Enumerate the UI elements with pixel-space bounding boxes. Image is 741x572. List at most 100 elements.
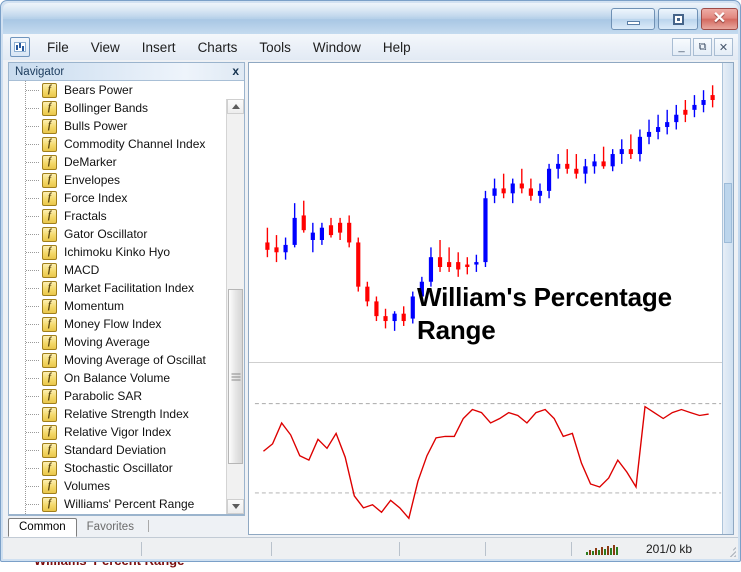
function-icon: f bbox=[42, 226, 57, 242]
traffic-label: 201/0 kb bbox=[646, 541, 693, 556]
tree-elbow bbox=[26, 108, 39, 109]
list-item[interactable]: f On Balance Volume bbox=[9, 369, 227, 387]
mdi-restore-button[interactable]: ⧉ bbox=[693, 38, 712, 56]
mdi-minimize-button[interactable]: _ bbox=[672, 38, 691, 56]
list-item[interactable]: f Moving Average of Oscillat bbox=[9, 351, 227, 369]
tree-elbow bbox=[26, 126, 39, 127]
metatrader-icon bbox=[10, 37, 30, 57]
list-item-label: Bulls Power bbox=[64, 119, 128, 133]
list-item[interactable]: f Bulls Power bbox=[9, 117, 227, 135]
list-item[interactable]: f Moving Average bbox=[9, 333, 227, 351]
tree-elbow bbox=[26, 162, 39, 163]
list-item[interactable]: f Momentum bbox=[9, 297, 227, 315]
menu-item-tools[interactable]: Tools bbox=[250, 37, 300, 58]
function-icon: f bbox=[42, 370, 57, 386]
list-item[interactable]: f Relative Strength Index bbox=[9, 405, 227, 423]
tree-elbow bbox=[26, 324, 39, 325]
list-item[interactable]: f Parabolic SAR bbox=[9, 387, 227, 405]
function-icon: f bbox=[42, 496, 57, 512]
list-item-label: Money Flow Index bbox=[64, 317, 162, 331]
tab-separator bbox=[147, 520, 149, 532]
window-close-button[interactable]: ✕ bbox=[701, 8, 738, 30]
menu-item-help[interactable]: Help bbox=[374, 37, 420, 58]
overlay-line-2: Range bbox=[417, 314, 496, 345]
list-item[interactable]: f Bears Power bbox=[9, 81, 227, 99]
tree-elbow bbox=[26, 180, 39, 181]
list-item[interactable]: f Commodity Channel Index bbox=[9, 135, 227, 153]
list-item[interactable]: f Williams' Percent Range bbox=[9, 495, 227, 513]
list-item[interactable]: f Gator Oscillator bbox=[9, 225, 227, 243]
list-item-label: Ichimoku Kinko Hyo bbox=[64, 245, 171, 259]
menu-item-charts[interactable]: Charts bbox=[189, 37, 247, 58]
main-window: ✕ File View Insert Charts Tools Window H… bbox=[0, 0, 741, 562]
list-item-label: Fractals bbox=[64, 209, 107, 223]
list-item-label: Relative Strength Index bbox=[64, 407, 189, 421]
status-bar: 201/0 kb bbox=[3, 537, 738, 559]
list-item[interactable]: f Ichimoku Kinko Hyo bbox=[9, 243, 227, 261]
status-segment-2 bbox=[142, 541, 272, 556]
tab-favorites[interactable]: Favorites bbox=[77, 519, 144, 536]
scrollbar-thumb[interactable] bbox=[228, 289, 243, 464]
menu-item-insert[interactable]: Insert bbox=[133, 37, 185, 58]
tree-elbow bbox=[26, 486, 39, 487]
menu-item-window[interactable]: Window bbox=[304, 37, 370, 58]
chart-side-scrollbar[interactable] bbox=[722, 63, 733, 534]
function-icon: f bbox=[42, 352, 57, 368]
list-item-label: Momentum bbox=[64, 299, 125, 313]
list-item[interactable]: f Relative Vigor Index bbox=[9, 423, 227, 441]
status-segment-4 bbox=[400, 541, 486, 556]
list-item[interactable]: f Standard Deviation bbox=[9, 441, 227, 459]
mdi-close-button[interactable]: ✕ bbox=[714, 38, 733, 56]
chevron-down-icon bbox=[231, 504, 240, 509]
background-text-sliver: Williams' Percent Range bbox=[0, 562, 741, 572]
background-text: Williams' Percent Range bbox=[34, 562, 184, 568]
function-icon: f bbox=[42, 316, 57, 332]
scroll-up-button[interactable] bbox=[227, 99, 244, 114]
navigator-title: Navigator bbox=[15, 65, 65, 78]
list-item-label: Force Index bbox=[64, 191, 128, 205]
list-item-label: Bollinger Bands bbox=[64, 101, 149, 115]
list-item[interactable]: f Envelopes bbox=[9, 171, 227, 189]
tree-elbow bbox=[26, 270, 39, 271]
list-item[interactable]: f Money Flow Index bbox=[9, 315, 227, 333]
function-icon: f bbox=[42, 190, 57, 206]
navigator-scrollbar[interactable] bbox=[226, 99, 244, 514]
list-item[interactable]: f Market Facilitation Index bbox=[9, 279, 227, 297]
tree-elbow bbox=[26, 360, 39, 361]
tree-elbow bbox=[26, 198, 39, 199]
list-item[interactable]: f Bollinger Bands bbox=[9, 99, 227, 117]
tree-elbow bbox=[26, 216, 39, 217]
list-item[interactable]: f Volumes bbox=[9, 477, 227, 495]
chart-overlay-label: William's Percentage Range bbox=[417, 281, 717, 346]
chevron-up-icon bbox=[231, 104, 240, 109]
menu-item-file[interactable]: File bbox=[38, 37, 78, 58]
list-item[interactable]: f DeMarker bbox=[9, 153, 227, 171]
tab-common[interactable]: Common bbox=[8, 518, 77, 537]
resize-grip-icon[interactable] bbox=[722, 543, 736, 557]
list-item-label: Market Facilitation Index bbox=[64, 281, 195, 295]
chart-scroll-thumb[interactable] bbox=[724, 183, 732, 243]
list-item[interactable]: f Force Index bbox=[9, 189, 227, 207]
list-item-label: Parabolic SAR bbox=[64, 389, 143, 403]
navigator-close-icon[interactable]: x bbox=[232, 64, 239, 78]
list-item[interactable]: f Fractals bbox=[9, 207, 227, 225]
function-icon: f bbox=[42, 172, 57, 188]
list-item[interactable]: f MACD bbox=[9, 261, 227, 279]
window-minimize-button[interactable] bbox=[611, 8, 655, 30]
function-icon: f bbox=[42, 442, 57, 458]
chart-glyph bbox=[14, 42, 26, 52]
list-item-label: On Balance Volume bbox=[64, 371, 171, 385]
tree-elbow bbox=[26, 288, 39, 289]
window-maximize-button[interactable] bbox=[658, 8, 698, 30]
function-icon: f bbox=[42, 262, 57, 278]
menu-item-view[interactable]: View bbox=[82, 37, 129, 58]
tree-elbow bbox=[26, 468, 39, 469]
chart-window[interactable]: William's Percentage Range bbox=[248, 62, 734, 535]
tree-elbow bbox=[26, 90, 39, 91]
tree-elbow bbox=[26, 396, 39, 397]
list-item[interactable]: f Stochastic Oscillator bbox=[9, 459, 227, 477]
maximize-icon bbox=[672, 13, 684, 25]
function-icon: f bbox=[42, 244, 57, 260]
function-icon: f bbox=[42, 424, 57, 440]
scroll-down-button[interactable] bbox=[227, 499, 244, 514]
